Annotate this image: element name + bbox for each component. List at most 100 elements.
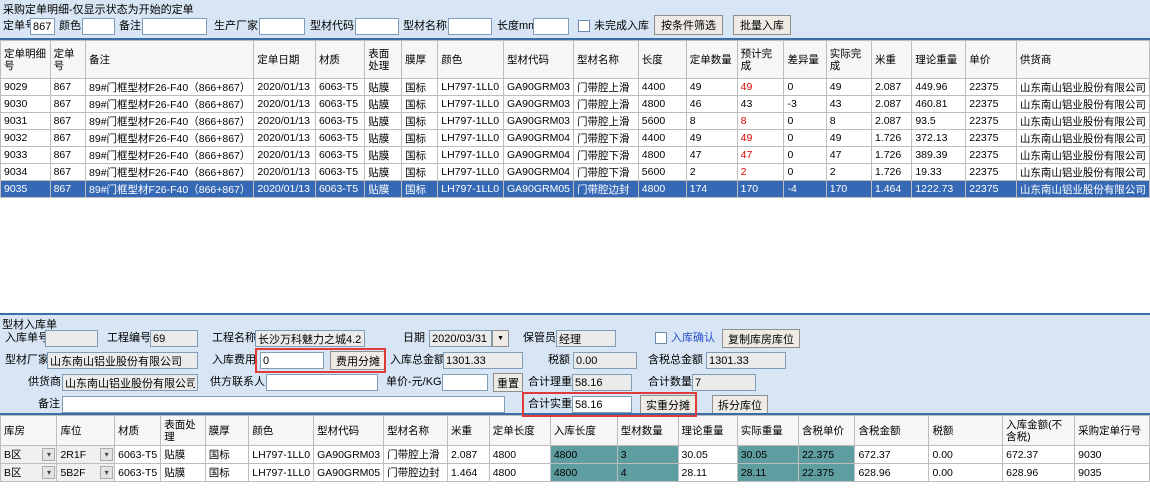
note-input[interactable] [62, 396, 505, 413]
chevron-down-icon[interactable]: ▾ [100, 448, 113, 461]
project-name-input[interactable] [255, 330, 365, 347]
column-header[interactable]: 含税金额 [855, 416, 929, 446]
supplier-input[interactable] [62, 374, 198, 391]
date-input[interactable] [429, 330, 492, 347]
split-location-button[interactable]: 拆分库位 [712, 395, 768, 414]
combo-cell[interactable]: B区▾ [1, 446, 57, 464]
combo-cell[interactable]: 5B2F▾ [57, 464, 115, 482]
column-header[interactable]: 实际完成 [826, 41, 871, 79]
column-header[interactable]: 税额 [929, 416, 1003, 446]
factory-input[interactable] [47, 352, 198, 369]
column-header[interactable]: 入库长度 [550, 416, 617, 446]
remark-input[interactable] [142, 18, 207, 35]
column-header[interactable]: 差异量 [784, 41, 826, 79]
total-actual-input[interactable] [572, 396, 632, 413]
inbound-no-input[interactable] [45, 330, 98, 347]
unit-price-input[interactable] [442, 374, 488, 391]
total-amount-input[interactable] [443, 352, 523, 369]
column-header[interactable]: 实际重量 [737, 416, 798, 446]
total-qty-input[interactable] [692, 374, 756, 391]
column-header[interactable]: 米重 [871, 41, 911, 79]
date-dropdown-icon[interactable]: ▼ [492, 330, 509, 347]
table-row[interactable]: B区▾5B2F▾6063-T5贴膜国标LH797-1LL0GA90GRM05门带… [1, 464, 1150, 482]
column-header[interactable]: 备注 [86, 41, 254, 79]
profile-name-input[interactable] [448, 18, 492, 35]
profile-code-input[interactable] [355, 18, 399, 35]
copy-warehouse-button[interactable]: 复制库房库位 [722, 329, 800, 348]
table-cell: 89#门框型材F26-F40（866+867） [86, 96, 254, 113]
column-header[interactable]: 型材代码 [504, 41, 574, 79]
total-with-tax-input[interactable] [706, 352, 786, 369]
column-header[interactable]: 单价 [966, 41, 1017, 79]
total-theory-input[interactable] [572, 374, 632, 391]
column-header[interactable]: 理论重量 [678, 416, 737, 446]
length-input[interactable] [533, 18, 569, 35]
column-header[interactable]: 材质 [115, 416, 161, 446]
keeper-input[interactable] [556, 330, 616, 347]
filter-by-condition-button[interactable]: 按条件筛选 [654, 15, 723, 35]
column-header[interactable]: 预计完成 [737, 41, 784, 79]
project-no-input[interactable] [150, 330, 198, 347]
chevron-down-icon[interactable]: ▾ [100, 466, 113, 479]
unfinished-checkbox[interactable] [578, 20, 590, 32]
column-header[interactable]: 型材名称 [384, 416, 448, 446]
color-input[interactable] [82, 18, 115, 35]
column-header[interactable]: 米重 [447, 416, 489, 446]
table-row[interactable]: 903286789#门框型材F26-F40（866+867）2020/01/13… [1, 130, 1150, 147]
table-cell: 山东南山铝业股份有限公司 [1016, 130, 1149, 147]
column-header[interactable]: 膜厚 [402, 41, 438, 79]
contact-input[interactable] [266, 374, 378, 391]
column-header[interactable]: 采购定单行号 [1075, 416, 1150, 446]
column-header[interactable]: 定单长度 [489, 416, 550, 446]
column-header[interactable]: 材质 [315, 41, 364, 79]
column-header[interactable]: 表面处理 [161, 416, 206, 446]
manufacturer-input[interactable] [259, 18, 305, 35]
column-header[interactable]: 颜色 [249, 416, 314, 446]
table-row[interactable]: B区▾2R1F▾6063-T5贴膜国标LH797-1LL0GA90GRM03门带… [1, 446, 1150, 464]
reset-button[interactable]: 重置 [493, 373, 523, 392]
column-header[interactable]: 型材数量 [617, 416, 678, 446]
table-cell: 门带腔上滑 [574, 79, 639, 96]
fee-allocate-button[interactable]: 费用分摊 [330, 351, 386, 370]
table-cell: LH797-1LL0 [249, 446, 314, 464]
fee-input[interactable] [260, 352, 324, 369]
batch-inbound-button[interactable]: 批量入库 [733, 15, 791, 35]
table-cell: 贴膜 [161, 446, 206, 464]
column-header[interactable]: 膜厚 [205, 416, 249, 446]
tax-input[interactable] [573, 352, 637, 369]
column-header[interactable]: 定单日期 [254, 41, 316, 79]
column-header[interactable]: 定单明细号 [1, 41, 51, 79]
table-cell: 89#门框型材F26-F40（866+867） [86, 130, 254, 147]
chevron-down-icon[interactable]: ▾ [42, 448, 55, 461]
combo-cell[interactable]: B区▾ [1, 464, 57, 482]
column-header[interactable]: 长度 [638, 41, 686, 79]
column-header[interactable]: 库位 [57, 416, 115, 446]
table-row[interactable]: 903386789#门框型材F26-F40（866+867）2020/01/13… [1, 147, 1150, 164]
column-header[interactable]: 型材名称 [574, 41, 639, 79]
table-row[interactable]: 903086789#门框型材F26-F40（866+867）2020/01/13… [1, 96, 1150, 113]
column-header[interactable]: 入库金额(不含税) [1003, 416, 1075, 446]
chevron-down-icon[interactable]: ▾ [42, 466, 55, 479]
column-header[interactable]: 供货商 [1016, 41, 1149, 79]
table-cell: 贴膜 [365, 181, 402, 198]
table-row[interactable]: 903486789#门框型材F26-F40（866+867）2020/01/13… [1, 164, 1150, 181]
column-header[interactable]: 理论重量 [912, 41, 966, 79]
table-cell: 174 [686, 181, 737, 198]
column-header[interactable]: 型材代码 [314, 416, 384, 446]
total-theory-label: 合计理重 [528, 374, 572, 391]
table-row[interactable]: 903186789#门框型材F26-F40（866+867）2020/01/13… [1, 113, 1150, 130]
actual-allocate-button[interactable]: 实重分摊 [640, 395, 696, 414]
total-qty-label: 合计数量 [648, 374, 692, 391]
column-header[interactable]: 表面处理 [365, 41, 402, 79]
table-row[interactable]: 902986789#门框型材F26-F40（866+867）2020/01/13… [1, 79, 1150, 96]
confirm-checkbox[interactable] [655, 332, 667, 344]
column-header[interactable]: 颜色 [438, 41, 504, 79]
table-cell: 4800 [638, 181, 686, 198]
combo-cell[interactable]: 2R1F▾ [57, 446, 115, 464]
order-no-input[interactable] [30, 18, 55, 35]
column-header[interactable]: 库房 [1, 416, 57, 446]
column-header[interactable]: 定单号 [50, 41, 85, 79]
table-row[interactable]: 903586789#门框型材F26-F40（866+867）2020/01/13… [1, 181, 1150, 198]
column-header[interactable]: 含税单价 [798, 416, 855, 446]
column-header[interactable]: 定单数量 [686, 41, 737, 79]
